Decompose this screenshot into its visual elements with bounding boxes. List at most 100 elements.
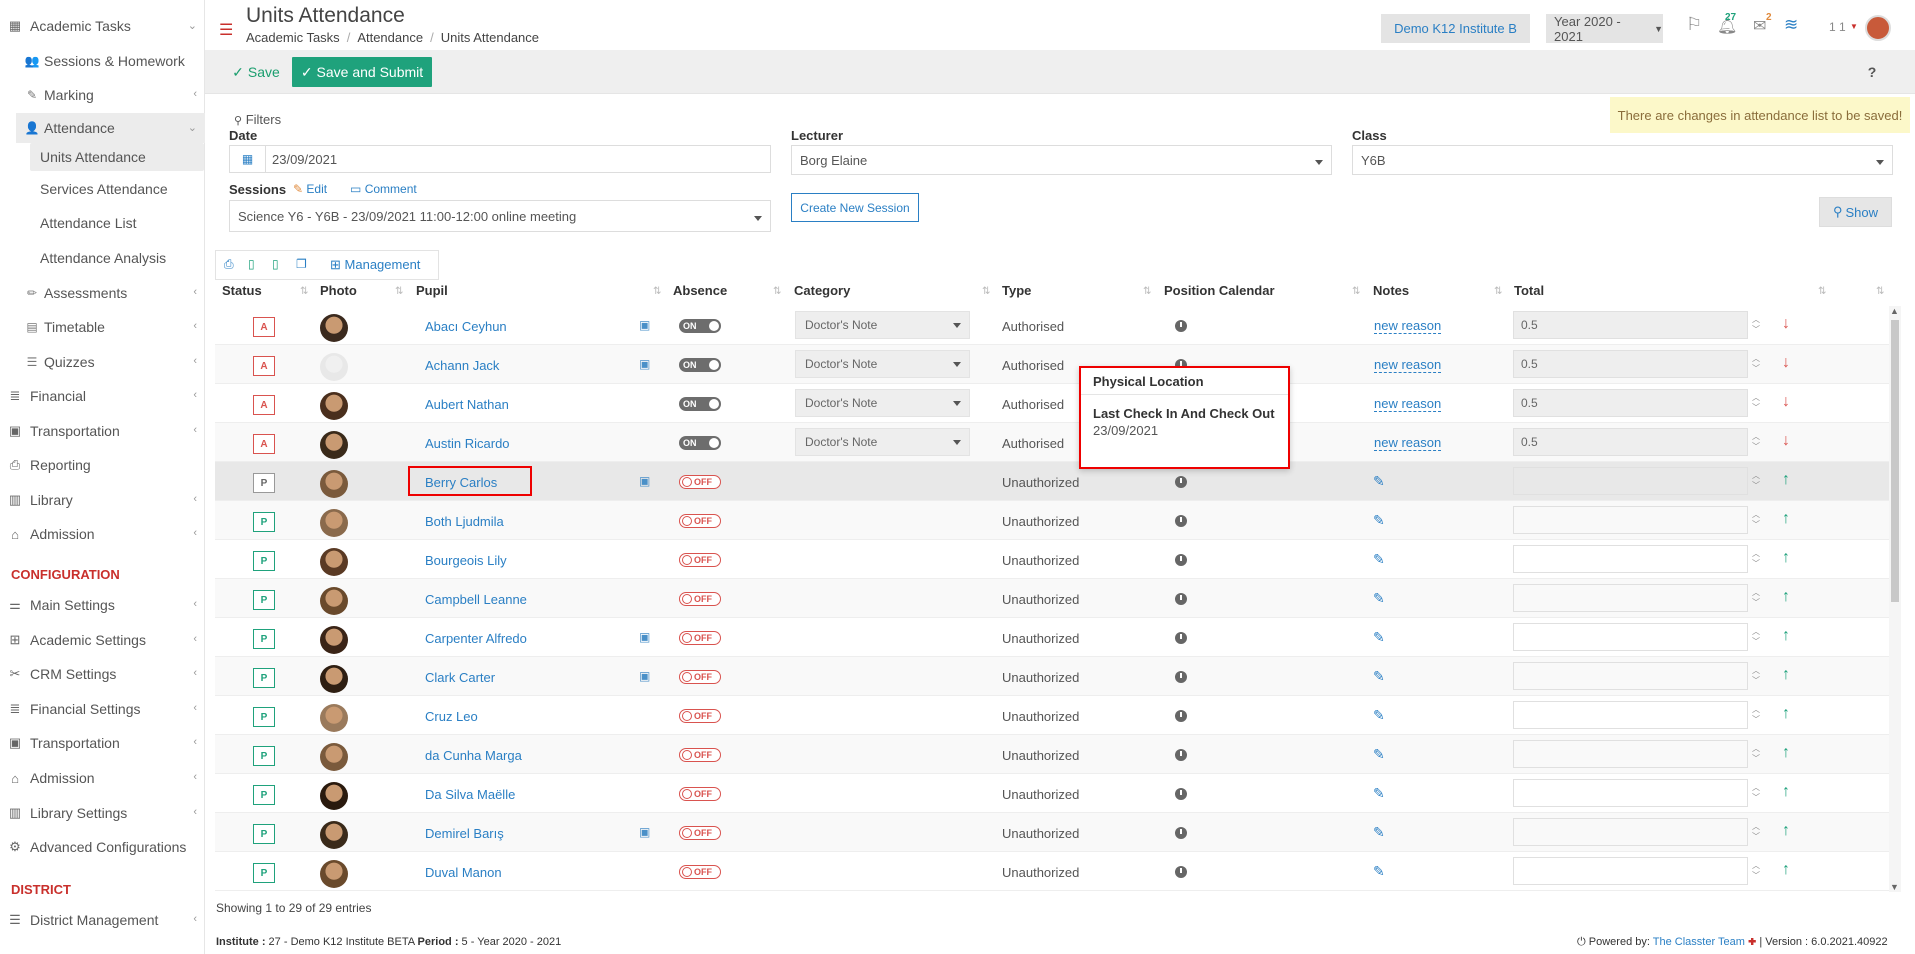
sort-icon[interactable]: ⇅ bbox=[773, 286, 781, 297]
chevron-up-icon[interactable]: ︿ bbox=[1752, 471, 1760, 481]
chevron-down-icon[interactable]: ﹀ bbox=[1752, 520, 1760, 530]
sidebar-item-admission[interactable]: ⌂ Admission ‹ bbox=[0, 519, 205, 549]
status-badge[interactable]: P bbox=[253, 551, 275, 571]
table-row[interactable]: P Cruz Leo OFF Unauthorized ✎ ︿ ﹀ ↑ bbox=[215, 696, 1900, 735]
sort-icon[interactable]: ⇅ bbox=[1494, 286, 1502, 297]
total-stepper[interactable]: ︿ ﹀ bbox=[1747, 545, 1765, 573]
arrow-down-icon[interactable]: ↓ bbox=[1782, 393, 1790, 411]
absence-toggle[interactable]: ON bbox=[679, 397, 721, 411]
sort-icon[interactable]: ⇅ bbox=[1818, 286, 1826, 297]
scroll-up-icon[interactable]: ▲ bbox=[1890, 306, 1899, 316]
absence-toggle[interactable]: ON bbox=[679, 319, 721, 333]
bus-icon[interactable]: ▣ bbox=[639, 825, 650, 839]
sidebar-item-attendance-list[interactable]: Attendance List bbox=[30, 209, 204, 237]
arrow-up-icon[interactable]: ↑ bbox=[1782, 510, 1790, 528]
chevron-up-icon[interactable]: ︿ bbox=[1752, 315, 1760, 325]
total-input[interactable] bbox=[1513, 701, 1748, 729]
chevron-up-icon[interactable]: ︿ bbox=[1752, 549, 1760, 559]
sidebar-item-advanced-configurations[interactable]: ⚙ Advanced Configurations bbox=[0, 832, 205, 862]
chevron-down-icon[interactable]: ﹀ bbox=[1752, 754, 1760, 764]
chevron-down-icon[interactable]: ﹀ bbox=[1752, 442, 1760, 452]
pupil-name-link[interactable]: Both Ljudmila bbox=[425, 514, 504, 529]
sort-icon[interactable]: ⇅ bbox=[1143, 286, 1151, 297]
sidebar-item-quizzes[interactable]: ☰ Quizzes ‹ bbox=[16, 347, 205, 377]
clock-icon[interactable] bbox=[1175, 866, 1187, 878]
sidebar-item-transportation-settings[interactable]: ▣ Transportation ‹ bbox=[0, 728, 205, 758]
pupil-name-link[interactable]: Campbell Leanne bbox=[425, 592, 527, 607]
arrow-up-icon[interactable]: ↑ bbox=[1782, 549, 1790, 567]
absence-toggle[interactable]: OFF bbox=[679, 514, 721, 528]
total-input[interactable] bbox=[1513, 662, 1748, 690]
clock-icon[interactable] bbox=[1175, 710, 1187, 722]
pupil-name-link[interactable]: Clark Carter bbox=[425, 670, 495, 685]
scrollbar-track[interactable]: ▲ ▼ bbox=[1889, 306, 1901, 892]
print-icon[interactable]: ⎙ bbox=[224, 257, 234, 272]
create-new-session-button[interactable]: Create New Session bbox=[791, 193, 919, 222]
clock-icon[interactable] bbox=[1175, 554, 1187, 566]
absence-toggle[interactable]: OFF bbox=[679, 865, 721, 879]
status-badge[interactable]: P bbox=[253, 512, 275, 532]
copy-icon[interactable]: ❐ bbox=[296, 257, 307, 271]
status-badge[interactable]: A bbox=[253, 434, 275, 454]
arrow-up-icon[interactable]: ↑ bbox=[1782, 627, 1790, 645]
status-badge[interactable]: P bbox=[253, 746, 275, 766]
chevron-up-icon[interactable]: ︿ bbox=[1752, 627, 1760, 637]
management-button[interactable]: ⊞ Management bbox=[330, 257, 420, 273]
table-row[interactable]: P Berry Carlos ▣ OFF Unauthorized ✎ ︿ ﹀ ↑ bbox=[215, 462, 1900, 501]
bus-icon[interactable]: ▣ bbox=[639, 318, 650, 332]
year-selector[interactable]: Year 2020 - 2021 ▼ bbox=[1546, 14, 1663, 44]
chevron-down-icon[interactable]: ﹀ bbox=[1752, 715, 1760, 725]
csv-export-icon[interactable]: ▯ bbox=[248, 257, 255, 271]
edit-note-icon[interactable]: ✎ bbox=[1373, 824, 1385, 841]
sort-icon[interactable]: ⇅ bbox=[395, 286, 403, 297]
flag-icon[interactable]: ⚐ bbox=[1686, 14, 1702, 35]
total-stepper[interactable]: ︿ ﹀ bbox=[1747, 779, 1765, 807]
column-header-notes[interactable]: Notes bbox=[1373, 283, 1409, 298]
sidebar-item-library[interactable]: ▥ Library ‹ bbox=[0, 485, 205, 515]
table-row[interactable]: P Duval Manon OFF Unauthorized ✎ ︿ ﹀ ↑ bbox=[215, 852, 1900, 891]
pupil-name-link[interactable]: Da Silva Maëlle bbox=[425, 787, 515, 802]
absence-toggle[interactable]: OFF bbox=[679, 787, 721, 801]
sidebar-item-academic-settings[interactable]: ⊞ Academic Settings ‹ bbox=[0, 625, 205, 655]
chevron-down-icon[interactable]: ﹀ bbox=[1752, 598, 1760, 608]
sidebar-item-assessments[interactable]: ✏ Assessments ‹ bbox=[16, 278, 205, 308]
chevron-down-icon[interactable]: ﹀ bbox=[1752, 364, 1760, 374]
arrow-up-icon[interactable]: ↑ bbox=[1782, 744, 1790, 762]
chevron-down-icon[interactable]: ﹀ bbox=[1752, 676, 1760, 686]
sidebar-item-admission-settings[interactable]: ⌂ Admission ‹ bbox=[0, 763, 205, 793]
status-badge[interactable]: P bbox=[253, 824, 275, 844]
breadcrumb-item[interactable]: Academic Tasks bbox=[246, 30, 340, 45]
pupil-name-link[interactable]: Duval Manon bbox=[425, 865, 502, 880]
total-stepper[interactable]: ︿ ﹀ bbox=[1747, 389, 1765, 417]
bus-icon[interactable]: ▣ bbox=[639, 669, 650, 683]
arrow-up-icon[interactable]: ↑ bbox=[1782, 822, 1790, 840]
clock-icon[interactable] bbox=[1175, 788, 1187, 800]
column-header-pupil[interactable]: Pupil bbox=[416, 283, 448, 298]
total-stepper[interactable]: ︿ ﹀ bbox=[1747, 701, 1765, 729]
note-link[interactable]: new reason bbox=[1374, 358, 1442, 373]
column-header-total[interactable]: Total bbox=[1514, 283, 1544, 298]
table-row[interactable]: P Demirel Barış ▣ OFF Unauthorized ✎ ︿ ﹀ ↑ bbox=[215, 813, 1900, 852]
table-row[interactable]: P Bourgeois Lily OFF Unauthorized ✎ ︿ ﹀ ↑ bbox=[215, 540, 1900, 579]
edit-note-icon[interactable]: ✎ bbox=[1373, 551, 1385, 568]
avatar[interactable] bbox=[1865, 15, 1891, 41]
edit-note-icon[interactable]: ✎ bbox=[1373, 707, 1385, 724]
chevron-down-icon[interactable]: ﹀ bbox=[1752, 481, 1760, 491]
clock-icon[interactable] bbox=[1175, 671, 1187, 683]
save-button[interactable]: ✓ Save bbox=[228, 57, 284, 87]
clock-icon[interactable] bbox=[1175, 515, 1187, 527]
total-input[interactable]: 0.5 bbox=[1513, 350, 1748, 378]
status-badge[interactable]: P bbox=[253, 668, 275, 688]
sidebar-item-district-management[interactable]: ☰ District Management ‹ bbox=[0, 905, 205, 935]
classter-team-link[interactable]: The Classter Team bbox=[1653, 936, 1745, 948]
total-input[interactable] bbox=[1513, 467, 1748, 495]
status-badge[interactable]: P bbox=[253, 785, 275, 805]
absence-toggle[interactable]: OFF bbox=[679, 475, 721, 489]
pupil-name-link[interactable]: Aubert Nathan bbox=[425, 397, 509, 412]
total-stepper[interactable]: ︿ ﹀ bbox=[1747, 467, 1765, 495]
column-header-type[interactable]: Type bbox=[1002, 283, 1031, 298]
table-row[interactable]: P Carpenter Alfredo ▣ OFF Unauthorized ✎ ︿ ﹀ ↑ bbox=[215, 618, 1900, 657]
absence-toggle[interactable]: OFF bbox=[679, 826, 721, 840]
total-input[interactable] bbox=[1513, 857, 1748, 885]
session-select[interactable]: Science Y6 - Y6B - 23/09/2021 11:00-12:0… bbox=[229, 200, 771, 232]
